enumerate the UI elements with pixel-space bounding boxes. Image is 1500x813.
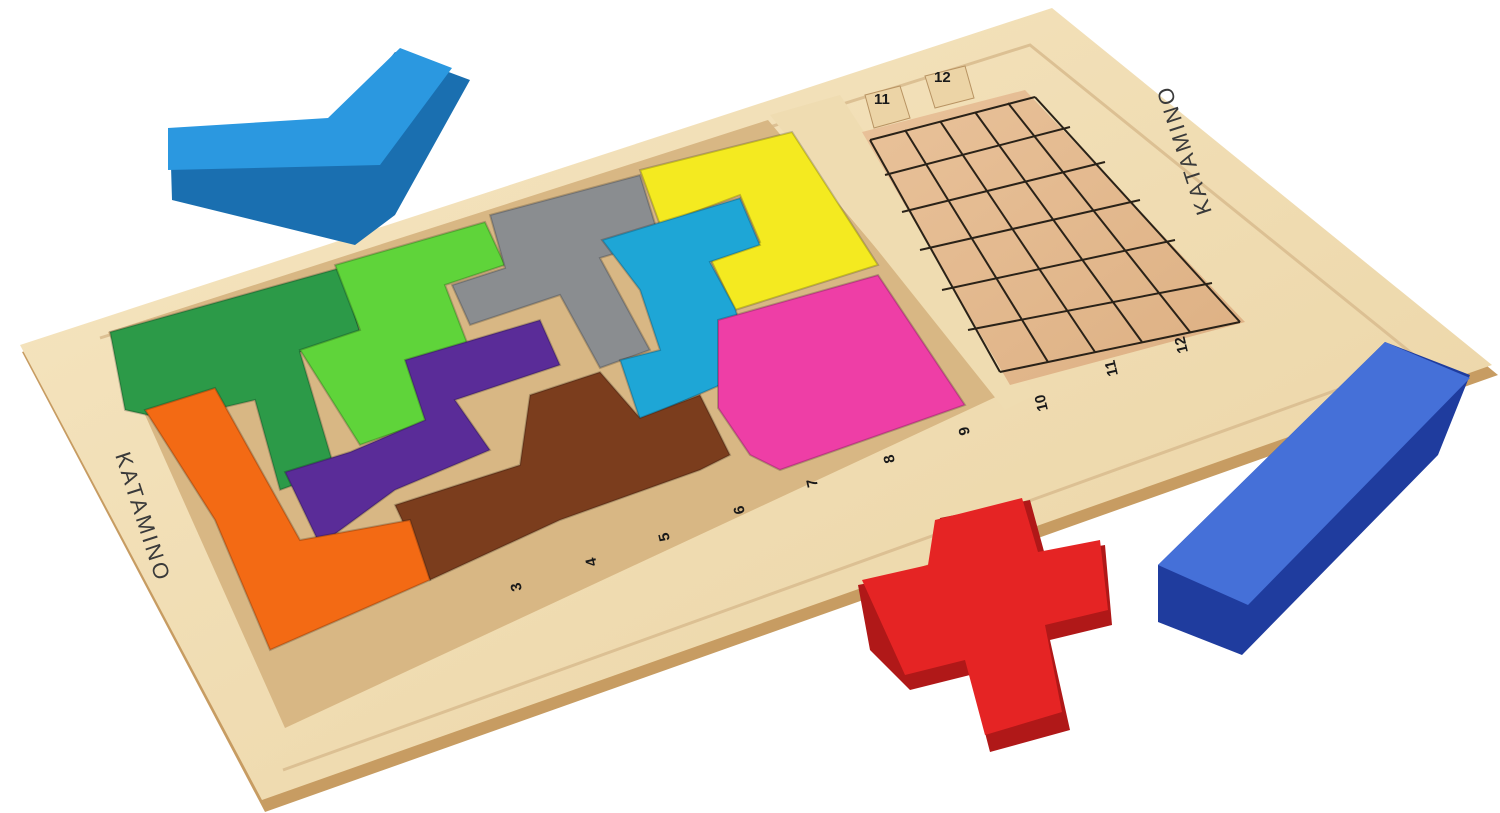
katamino-photo: 3 4 5 6 7 8 9 10 11 12 11 12 KATAMINO KA… <box>20 8 1498 812</box>
slot-number-12-top: 12 <box>934 69 951 86</box>
slot-number-11-top: 11 <box>874 91 890 108</box>
